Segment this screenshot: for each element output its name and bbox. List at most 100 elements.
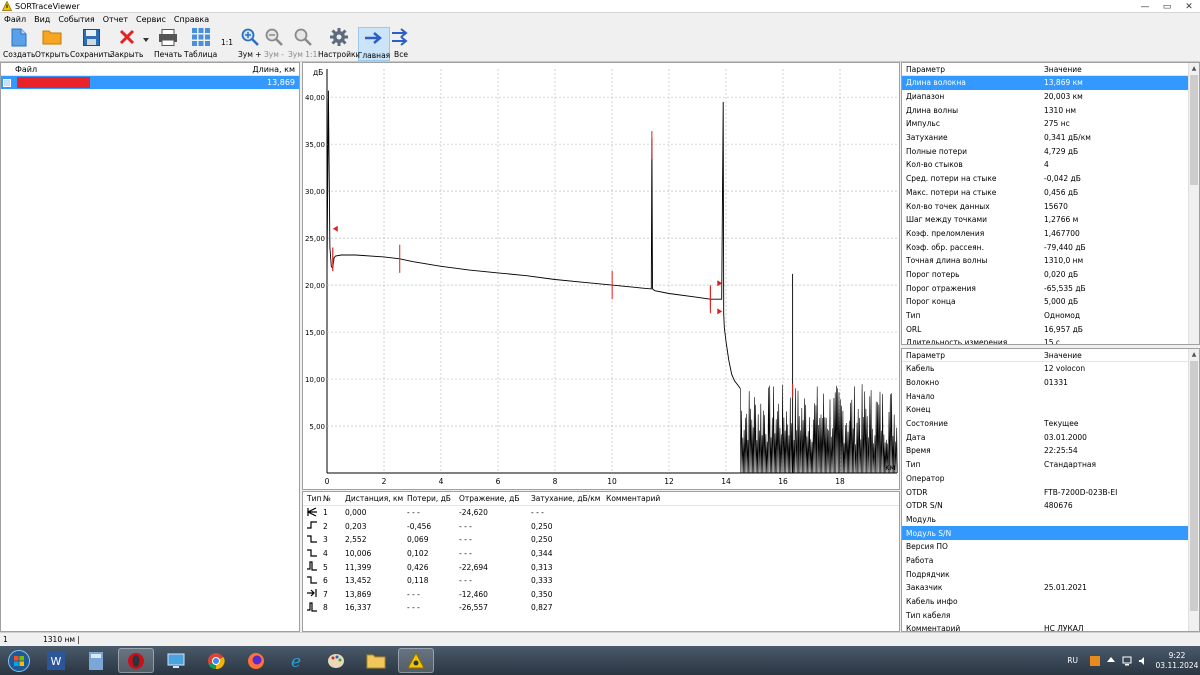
param-row[interactable]: Тип Одномод [902,309,1199,323]
col-comment[interactable]: Комментарий [606,494,706,503]
zoom-in-button[interactable]: Зум + [238,27,262,61]
settings-button[interactable]: Настройки [318,27,360,61]
param-row[interactable]: Длина волны 1310 нм [902,103,1199,117]
param-row[interactable]: Длина волокна 13,869 км [902,76,1199,90]
param-row[interactable]: Комментарий НС ЛУКАЛ [902,622,1199,631]
menu-file[interactable]: Файл [0,15,30,24]
menu-events[interactable]: События [54,15,98,24]
col-num[interactable]: № [323,494,345,503]
taskbar-chrome[interactable] [198,648,234,673]
col-loss[interactable]: Потери, дБ [407,494,459,503]
close-window-button[interactable]: ✕ [1178,0,1200,13]
param-row[interactable]: Коэф. преломления 1,467700 [902,227,1199,241]
info-scrollbar[interactable]: ▲ [1188,349,1199,631]
language-indicator[interactable]: RU [1067,656,1078,665]
flag-icon[interactable] [1090,655,1100,666]
param-row[interactable]: Кабель 12 volocon [902,362,1199,376]
arrow-up-icon[interactable] [1106,656,1116,666]
create-button[interactable]: Создать [3,27,35,61]
param-row[interactable]: Порог потерь 0,020 дБ [902,268,1199,282]
params-scrollbar[interactable]: ▲ [1188,63,1199,344]
col-attenuation[interactable]: Затухание, дБ/км [531,494,606,503]
volume-icon[interactable] [1138,656,1148,666]
event-row[interactable]: 3 2,552 0,069 - - - 0,250 [303,533,899,547]
param-row[interactable]: Полные потери 4,729 дБ [902,144,1199,158]
param-row[interactable]: Модуль S/N [902,526,1199,540]
otdr-trace-chart[interactable]: 0 2 4 6 8 10 12 14 16 18 5,00 10,00 15,00 20,00 25,00 3… [303,63,899,489]
param-row[interactable]: Время 22:25:54 [902,444,1199,458]
table-button[interactable]: Таблица [184,27,217,61]
param-row[interactable]: Затухание 0,341 дБ/км [902,131,1199,145]
zoom-out-button[interactable]: Зум - [264,27,284,61]
clock[interactable]: 9:22 03.11.2024 [1154,651,1200,671]
param-row[interactable]: Состояние Текущее [902,417,1199,431]
col-reflection[interactable]: Отражение, дБ [459,494,531,503]
scroll-thumb[interactable] [1190,361,1198,611]
event-row[interactable]: 7 13,869 - - - -12,460 0,350 [303,588,899,602]
param-row[interactable]: Работа [902,554,1199,568]
col-distance[interactable]: Дистанция, км [345,494,407,503]
param-row[interactable]: Порог отражения -65,535 дБ [902,281,1199,295]
menu-help[interactable]: Справка [170,15,213,24]
col-type[interactable]: Тип [303,494,323,503]
event-row[interactable]: 2 0,203 -0,456 - - - 0,250 [303,520,899,534]
info-value-header[interactable]: Значение [1044,351,1199,360]
param-row[interactable]: Модуль [902,513,1199,527]
param-row[interactable]: Тип Стандартная [902,458,1199,472]
param-row[interactable]: Версия ПО [902,540,1199,554]
param-row[interactable]: Дата 03.01.2000 [902,430,1199,444]
start-button[interactable] [4,648,34,673]
param-row[interactable]: Кабель инфо [902,595,1199,609]
event-row[interactable]: 8 16,337 - - - -26,557 0,827 [303,601,899,615]
taskbar-calculator[interactable] [78,648,114,673]
taskbar-explorer[interactable] [358,648,394,673]
param-row[interactable]: Оператор [902,472,1199,486]
file-row[interactable]: 13,869 [1,76,299,89]
length-column-header[interactable]: Длина, км [221,65,299,74]
param-row[interactable]: ORL 16,957 дБ [902,322,1199,336]
param-row[interactable]: Подрядчик [902,567,1199,581]
file-column-header[interactable]: Файл [1,65,221,74]
param-row[interactable]: Импульс 275 нс [902,117,1199,131]
taskbar-sortraceviewer[interactable] [398,648,434,673]
scroll-up-icon[interactable]: ▲ [1189,63,1199,74]
param-row[interactable]: Тип кабеля [902,608,1199,622]
menu-view[interactable]: Вид [30,15,54,24]
event-row[interactable]: 5 11,399 0,426 -22,694 0,313 [303,560,899,574]
param-row[interactable]: Шаг между точками 1,2766 м [902,213,1199,227]
param-row[interactable]: Диапазон 20,003 км [902,90,1199,104]
param-row[interactable]: OTDR S/N 480676 [902,499,1199,513]
info-key-header[interactable]: Параметр [902,351,1044,360]
open-button[interactable]: Открыть [35,27,69,61]
param-row[interactable]: Сред. потери на стыке -0,042 дБ [902,172,1199,186]
trace-chart-panel[interactable]: 0 2 4 6 8 10 12 14 16 18 5,00 10,00 15,00 20,00 25,00 3… [302,62,900,490]
zoom-1-1-button[interactable]: Зум 1:1 [288,27,317,61]
print-button[interactable]: Печать [154,27,182,61]
network-icon[interactable] [1122,656,1132,666]
param-row[interactable]: Точная длина волны 1310,0 нм [902,254,1199,268]
param-row[interactable]: OTDR FTB-7200D-023B-EI [902,485,1199,499]
taskbar-paint[interactable] [318,648,354,673]
param-value-header[interactable]: Значение [1044,65,1199,74]
scroll-up-icon[interactable]: ▲ [1189,349,1199,360]
param-row[interactable]: Порог конца 5,000 дБ [902,295,1199,309]
close-file-button[interactable]: Закрыть [110,27,143,61]
param-row[interactable]: Коэф. обр. рассеян. -79,440 дБ [902,240,1199,254]
param-row[interactable]: Макс. потери на стыке 0,456 дБ [902,186,1199,200]
param-row[interactable]: Конец [902,403,1199,417]
param-key-header[interactable]: Параметр [902,65,1044,74]
taskbar-word[interactable]: W [38,648,74,673]
event-row[interactable]: 6 13,452 0,118 - - - 0,333 [303,574,899,588]
save-button[interactable]: Сохранить [70,27,112,61]
param-row[interactable]: Кол-во точек данных 15670 [902,199,1199,213]
taskbar-remote[interactable] [158,648,194,673]
param-row[interactable]: Кол-во стыков 4 [902,158,1199,172]
param-row[interactable]: Волокно 01331 [902,376,1199,390]
taskbar-ie[interactable]: e [278,648,314,673]
param-row[interactable]: Начало [902,389,1199,403]
taskbar-firefox[interactable] [238,648,274,673]
param-row[interactable]: Длительность измерения 15 с [902,336,1199,344]
taskbar-opera[interactable] [118,648,154,673]
all-view-button[interactable]: Все [391,27,411,61]
scroll-thumb[interactable] [1190,75,1198,185]
